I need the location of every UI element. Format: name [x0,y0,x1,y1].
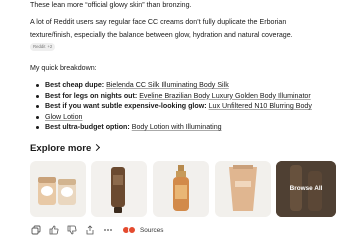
paragraph-intro: These lean more “official glowy skin” th… [30,1,192,9]
list-item: Best if you want subtle expensive-lookin… [30,101,360,112]
copy-button[interactable] [30,224,42,236]
product-card-glow-oil[interactable] [153,161,209,217]
glow-oil-bottle-image [173,165,189,211]
cc-cream-jars-image [38,177,76,205]
copy-icon [31,225,41,235]
bronze-tube-image [111,167,125,213]
list-item: Best for legs on nights out: Eveline Bra… [30,91,360,102]
browse-all-label: Browse All [289,185,323,192]
product-link-continued[interactable]: Glow Lotion [45,113,82,121]
body-lotion-tube-image [229,165,257,211]
response-actions: Sources [30,224,163,236]
citation-chip[interactable]: Reddit +2 [30,43,56,51]
explore-more-heading[interactable]: Explore more [30,142,101,156]
sources-favicons[interactable] [122,226,136,234]
product-card-bronze-tube[interactable] [91,161,147,217]
product-link[interactable]: Bielenda CC Silk Illuminating Body Silk [106,81,229,89]
share-icon [86,225,94,235]
thumbs-up-icon [49,225,59,235]
product-card-body-lotion[interactable] [215,161,271,217]
browse-all-card[interactable]: Browse All [276,161,336,217]
list-item: Best ultra-budget option: Body Lotion wi… [30,122,360,133]
paragraph-reddit-line1: A lot of Reddit users say regular face C… [30,18,287,26]
product-link[interactable]: Eveline Brazilian Body Luxury Golden Bod… [139,92,311,100]
more-horizontal-icon [104,229,112,231]
list-item-label: Best cheap dupe: [45,81,105,89]
list-item-label: Best if you want subtle expensive-lookin… [45,102,207,111]
thumbs-down-icon [67,225,77,235]
chevron-right-icon [93,143,101,152]
sources-button[interactable]: Sources [140,227,163,234]
thumbs-down-button[interactable] [66,224,78,236]
citation-chip-label: Reddit [33,44,46,49]
product-card-cc-cream[interactable] [30,161,86,217]
product-link[interactable]: Body Lotion with Illuminating [132,123,222,131]
explore-more-label: Explore more [30,143,92,154]
list-item-label: Best ultra-budget option: [45,123,130,132]
share-button[interactable] [84,224,96,236]
list-item-label: Best for legs on nights out: [45,91,138,100]
list-item-continued: Glow Lotion [30,112,360,123]
list-item: Best cheap dupe: Bielenda CC Silk Illumi… [30,80,360,91]
breakdown-list: Best cheap dupe: Bielenda CC Silk Illumi… [30,80,360,133]
more-options-button[interactable] [102,224,114,236]
reddit-favicon-icon [128,226,136,234]
citation-chip-count: +2 [47,44,53,49]
paragraph-reddit-line2: texture/finish, especially the balance b… [30,31,293,39]
product-link[interactable]: Lux Unfiltered N10 Blurring Body [209,102,312,110]
thumbs-up-button[interactable] [48,224,60,236]
breakdown-heading: My quick breakdown: [30,64,97,72]
